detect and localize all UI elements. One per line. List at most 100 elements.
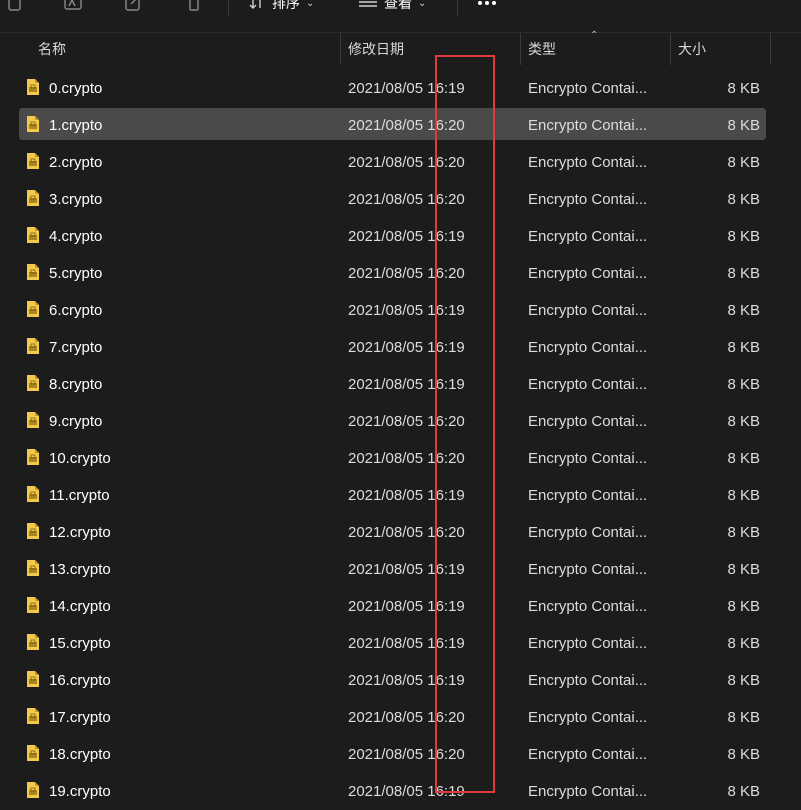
column-header-type[interactable]: 类型 bbox=[528, 33, 556, 65]
file-type: Encrypto Contai... bbox=[528, 783, 648, 800]
view-label: 查看 bbox=[384, 0, 412, 11]
file-name[interactable]: 15.crypto bbox=[49, 626, 111, 662]
column-divider[interactable] bbox=[670, 33, 671, 65]
sort-indicator-icon: ⌃ bbox=[590, 30, 599, 41]
file-name[interactable]: 6.crypto bbox=[49, 293, 102, 329]
file-type: Encrypto Contai... bbox=[528, 561, 648, 578]
more-dots-icon[interactable] bbox=[475, 0, 499, 16]
file-name[interactable]: 0.crypto bbox=[49, 71, 102, 107]
file-type: Encrypto Contai... bbox=[528, 117, 648, 134]
column-header-size[interactable]: 大小 bbox=[678, 33, 706, 65]
file-row[interactable]: 18.crypto 2021/08/05 16:20 Encrypto Contai… bbox=[19, 737, 766, 769]
file-type: Encrypto Contai... bbox=[528, 80, 648, 97]
file-row[interactable]: 12.crypto 2021/08/05 16:20 Encrypto Contai… bbox=[19, 515, 766, 547]
delete-icon[interactable] bbox=[183, 0, 205, 14]
file-row[interactable]: 5.crypto 2021/08/05 16:20 Encrypto Contai.… bbox=[19, 256, 766, 288]
file-type: Encrypto Contai... bbox=[528, 635, 648, 652]
encrypted-file-icon bbox=[26, 559, 40, 577]
file-row[interactable]: 4.crypto 2021/08/05 16:19 Encrypto Contai.… bbox=[19, 219, 766, 251]
view-button[interactable]: 查看 ⌄ bbox=[358, 0, 426, 16]
file-name[interactable]: 1.crypto bbox=[49, 108, 102, 144]
file-name[interactable]: 18.crypto bbox=[49, 737, 111, 773]
encrypted-file-icon bbox=[26, 263, 40, 281]
file-type: Encrypto Contai... bbox=[528, 413, 648, 430]
share-icon[interactable] bbox=[122, 0, 144, 14]
file-size: 8 KB bbox=[727, 635, 760, 652]
file-row[interactable]: 11.crypto 2021/08/05 16:19 Encrypto Contai… bbox=[19, 478, 766, 510]
column-divider[interactable] bbox=[770, 33, 771, 65]
file-modified-date: 2021/08/05 16:20 bbox=[348, 191, 465, 208]
file-modified-date: 2021/08/05 16:19 bbox=[348, 339, 465, 356]
file-name[interactable]: 11.crypto bbox=[49, 478, 110, 514]
encrypted-file-icon bbox=[26, 744, 40, 762]
file-type: Encrypto Contai... bbox=[528, 191, 648, 208]
file-modified-date: 2021/08/05 16:19 bbox=[348, 561, 465, 578]
file-size: 8 KB bbox=[727, 80, 760, 97]
view-lines-icon bbox=[358, 0, 378, 13]
file-row[interactable]: 17.crypto 2021/08/05 16:20 Encrypto Contai… bbox=[19, 700, 766, 732]
copy-icon[interactable] bbox=[4, 0, 26, 14]
file-name[interactable]: 10.crypto bbox=[49, 441, 111, 477]
chevron-down-icon: ⌄ bbox=[306, 0, 315, 9]
column-header-name[interactable]: 名称 bbox=[38, 33, 66, 65]
file-size: 8 KB bbox=[727, 524, 760, 541]
file-size: 8 KB bbox=[727, 339, 760, 356]
file-modified-date: 2021/08/05 16:19 bbox=[348, 80, 465, 97]
file-name[interactable]: 2.crypto bbox=[49, 145, 102, 181]
file-row[interactable]: 10.crypto 2021/08/05 16:20 Encrypto Contai… bbox=[19, 441, 766, 473]
command-bar: 排序 ⌄ 查看 ⌄ bbox=[0, 0, 801, 20]
encrypted-file-icon bbox=[26, 226, 40, 244]
encrypted-file-icon bbox=[26, 448, 40, 466]
file-modified-date: 2021/08/05 16:20 bbox=[348, 450, 465, 467]
file-name[interactable]: 16.crypto bbox=[49, 663, 111, 699]
file-row[interactable]: 1.crypto 2021/08/05 16:20 Encrypto Contai.… bbox=[19, 108, 766, 140]
file-size: 8 KB bbox=[727, 376, 760, 393]
file-row[interactable]: 7.crypto 2021/08/05 16:19 Encrypto Contai.… bbox=[19, 330, 766, 362]
file-name[interactable]: 3.crypto bbox=[49, 182, 102, 218]
file-size: 8 KB bbox=[727, 487, 760, 504]
file-name[interactable]: 4.crypto bbox=[49, 219, 102, 255]
file-row[interactable]: 9.crypto 2021/08/05 16:20 Encrypto Contai.… bbox=[19, 404, 766, 436]
file-name[interactable]: 13.crypto bbox=[49, 552, 111, 588]
column-header-modified[interactable]: 修改日期 bbox=[348, 33, 404, 65]
file-row[interactable]: 13.crypto 2021/08/05 16:19 Encrypto Contai… bbox=[19, 552, 766, 584]
file-row[interactable]: 2.crypto 2021/08/05 16:20 Encrypto Contai.… bbox=[19, 145, 766, 177]
sort-button[interactable]: 排序 ⌄ bbox=[248, 0, 314, 16]
column-divider[interactable] bbox=[520, 33, 521, 65]
file-size: 8 KB bbox=[727, 302, 760, 319]
file-name[interactable]: 8.crypto bbox=[49, 367, 102, 403]
encrypted-file-icon bbox=[26, 633, 40, 651]
file-explorer-window: 排序 ⌄ 查看 ⌄ 名称 修改日期 类型 ⌃ 大小 0.crypto 2021/0… bbox=[0, 0, 801, 810]
file-type: Encrypto Contai... bbox=[528, 487, 648, 504]
file-row[interactable]: 8.crypto 2021/08/05 16:19 Encrypto Contai.… bbox=[19, 367, 766, 399]
encrypted-file-icon bbox=[26, 300, 40, 318]
file-size: 8 KB bbox=[727, 413, 760, 430]
file-size: 8 KB bbox=[727, 746, 760, 763]
file-row[interactable]: 3.crypto 2021/08/05 16:20 Encrypto Contai.… bbox=[19, 182, 766, 214]
file-name[interactable]: 9.crypto bbox=[49, 404, 102, 440]
file-type: Encrypto Contai... bbox=[528, 265, 648, 282]
file-row[interactable]: 19.crypto 2021/08/05 16:19 Encrypto Contai… bbox=[19, 774, 766, 806]
file-row[interactable]: 6.crypto 2021/08/05 16:19 Encrypto Contai.… bbox=[19, 293, 766, 325]
file-size: 8 KB bbox=[727, 191, 760, 208]
file-row[interactable]: 15.crypto 2021/08/05 16:19 Encrypto Contai… bbox=[19, 626, 766, 658]
encrypted-file-icon bbox=[26, 670, 40, 688]
file-type: Encrypto Contai... bbox=[528, 228, 648, 245]
file-row[interactable]: 14.crypto 2021/08/05 16:19 Encrypto Contai… bbox=[19, 589, 766, 621]
file-name[interactable]: 19.crypto bbox=[49, 774, 111, 810]
file-type: Encrypto Contai... bbox=[528, 154, 648, 171]
file-size: 8 KB bbox=[727, 672, 760, 689]
file-name[interactable]: 7.crypto bbox=[49, 330, 102, 366]
file-type: Encrypto Contai... bbox=[528, 302, 648, 319]
file-size: 8 KB bbox=[727, 598, 760, 615]
file-modified-date: 2021/08/05 16:19 bbox=[348, 598, 465, 615]
file-row[interactable]: 16.crypto 2021/08/05 16:19 Encrypto Contai… bbox=[19, 663, 766, 695]
file-row[interactable]: 0.crypto 2021/08/05 16:19 Encrypto Contai.… bbox=[19, 71, 766, 103]
file-name[interactable]: 17.crypto bbox=[49, 700, 111, 736]
file-name[interactable]: 14.crypto bbox=[49, 589, 111, 625]
file-name[interactable]: 12.crypto bbox=[49, 515, 111, 551]
file-name[interactable]: 5.crypto bbox=[49, 256, 102, 292]
column-divider[interactable] bbox=[340, 33, 341, 65]
file-modified-date: 2021/08/05 16:19 bbox=[348, 376, 465, 393]
rename-icon[interactable] bbox=[62, 0, 84, 14]
